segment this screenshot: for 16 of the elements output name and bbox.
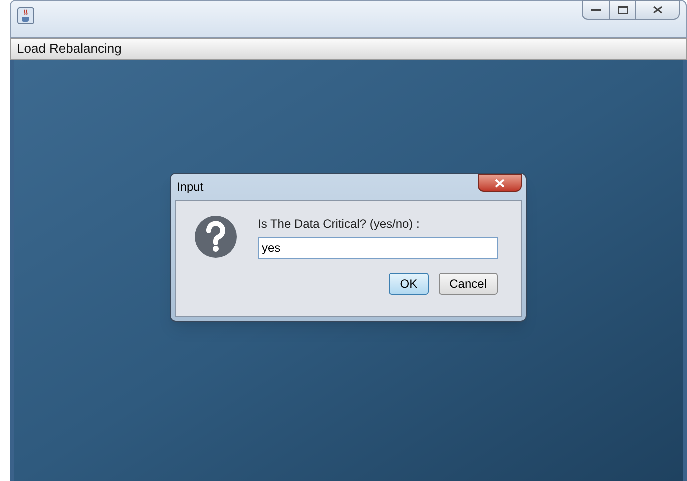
question-icon bbox=[194, 215, 238, 259]
dialog-title: Input bbox=[177, 179, 204, 196]
close-icon bbox=[652, 6, 662, 14]
minimize-icon bbox=[591, 8, 601, 12]
dialog-button[interactable]: OK bbox=[389, 273, 429, 295]
java-cup-icon bbox=[17, 7, 35, 25]
maximize-button[interactable] bbox=[610, 0, 636, 20]
dialog-button[interactable]: Cancel bbox=[438, 273, 498, 295]
prompt-text: Is The Data Critical? (yes/no) : bbox=[258, 216, 421, 233]
maximize-icon bbox=[618, 6, 628, 14]
close-button[interactable] bbox=[636, 0, 680, 20]
minimize-button[interactable] bbox=[582, 0, 610, 20]
close-button[interactable] bbox=[478, 174, 522, 192]
close-icon bbox=[495, 178, 505, 188]
window-title: Load Rebalancing bbox=[17, 40, 122, 58]
input-field[interactable]: yes bbox=[258, 237, 498, 259]
